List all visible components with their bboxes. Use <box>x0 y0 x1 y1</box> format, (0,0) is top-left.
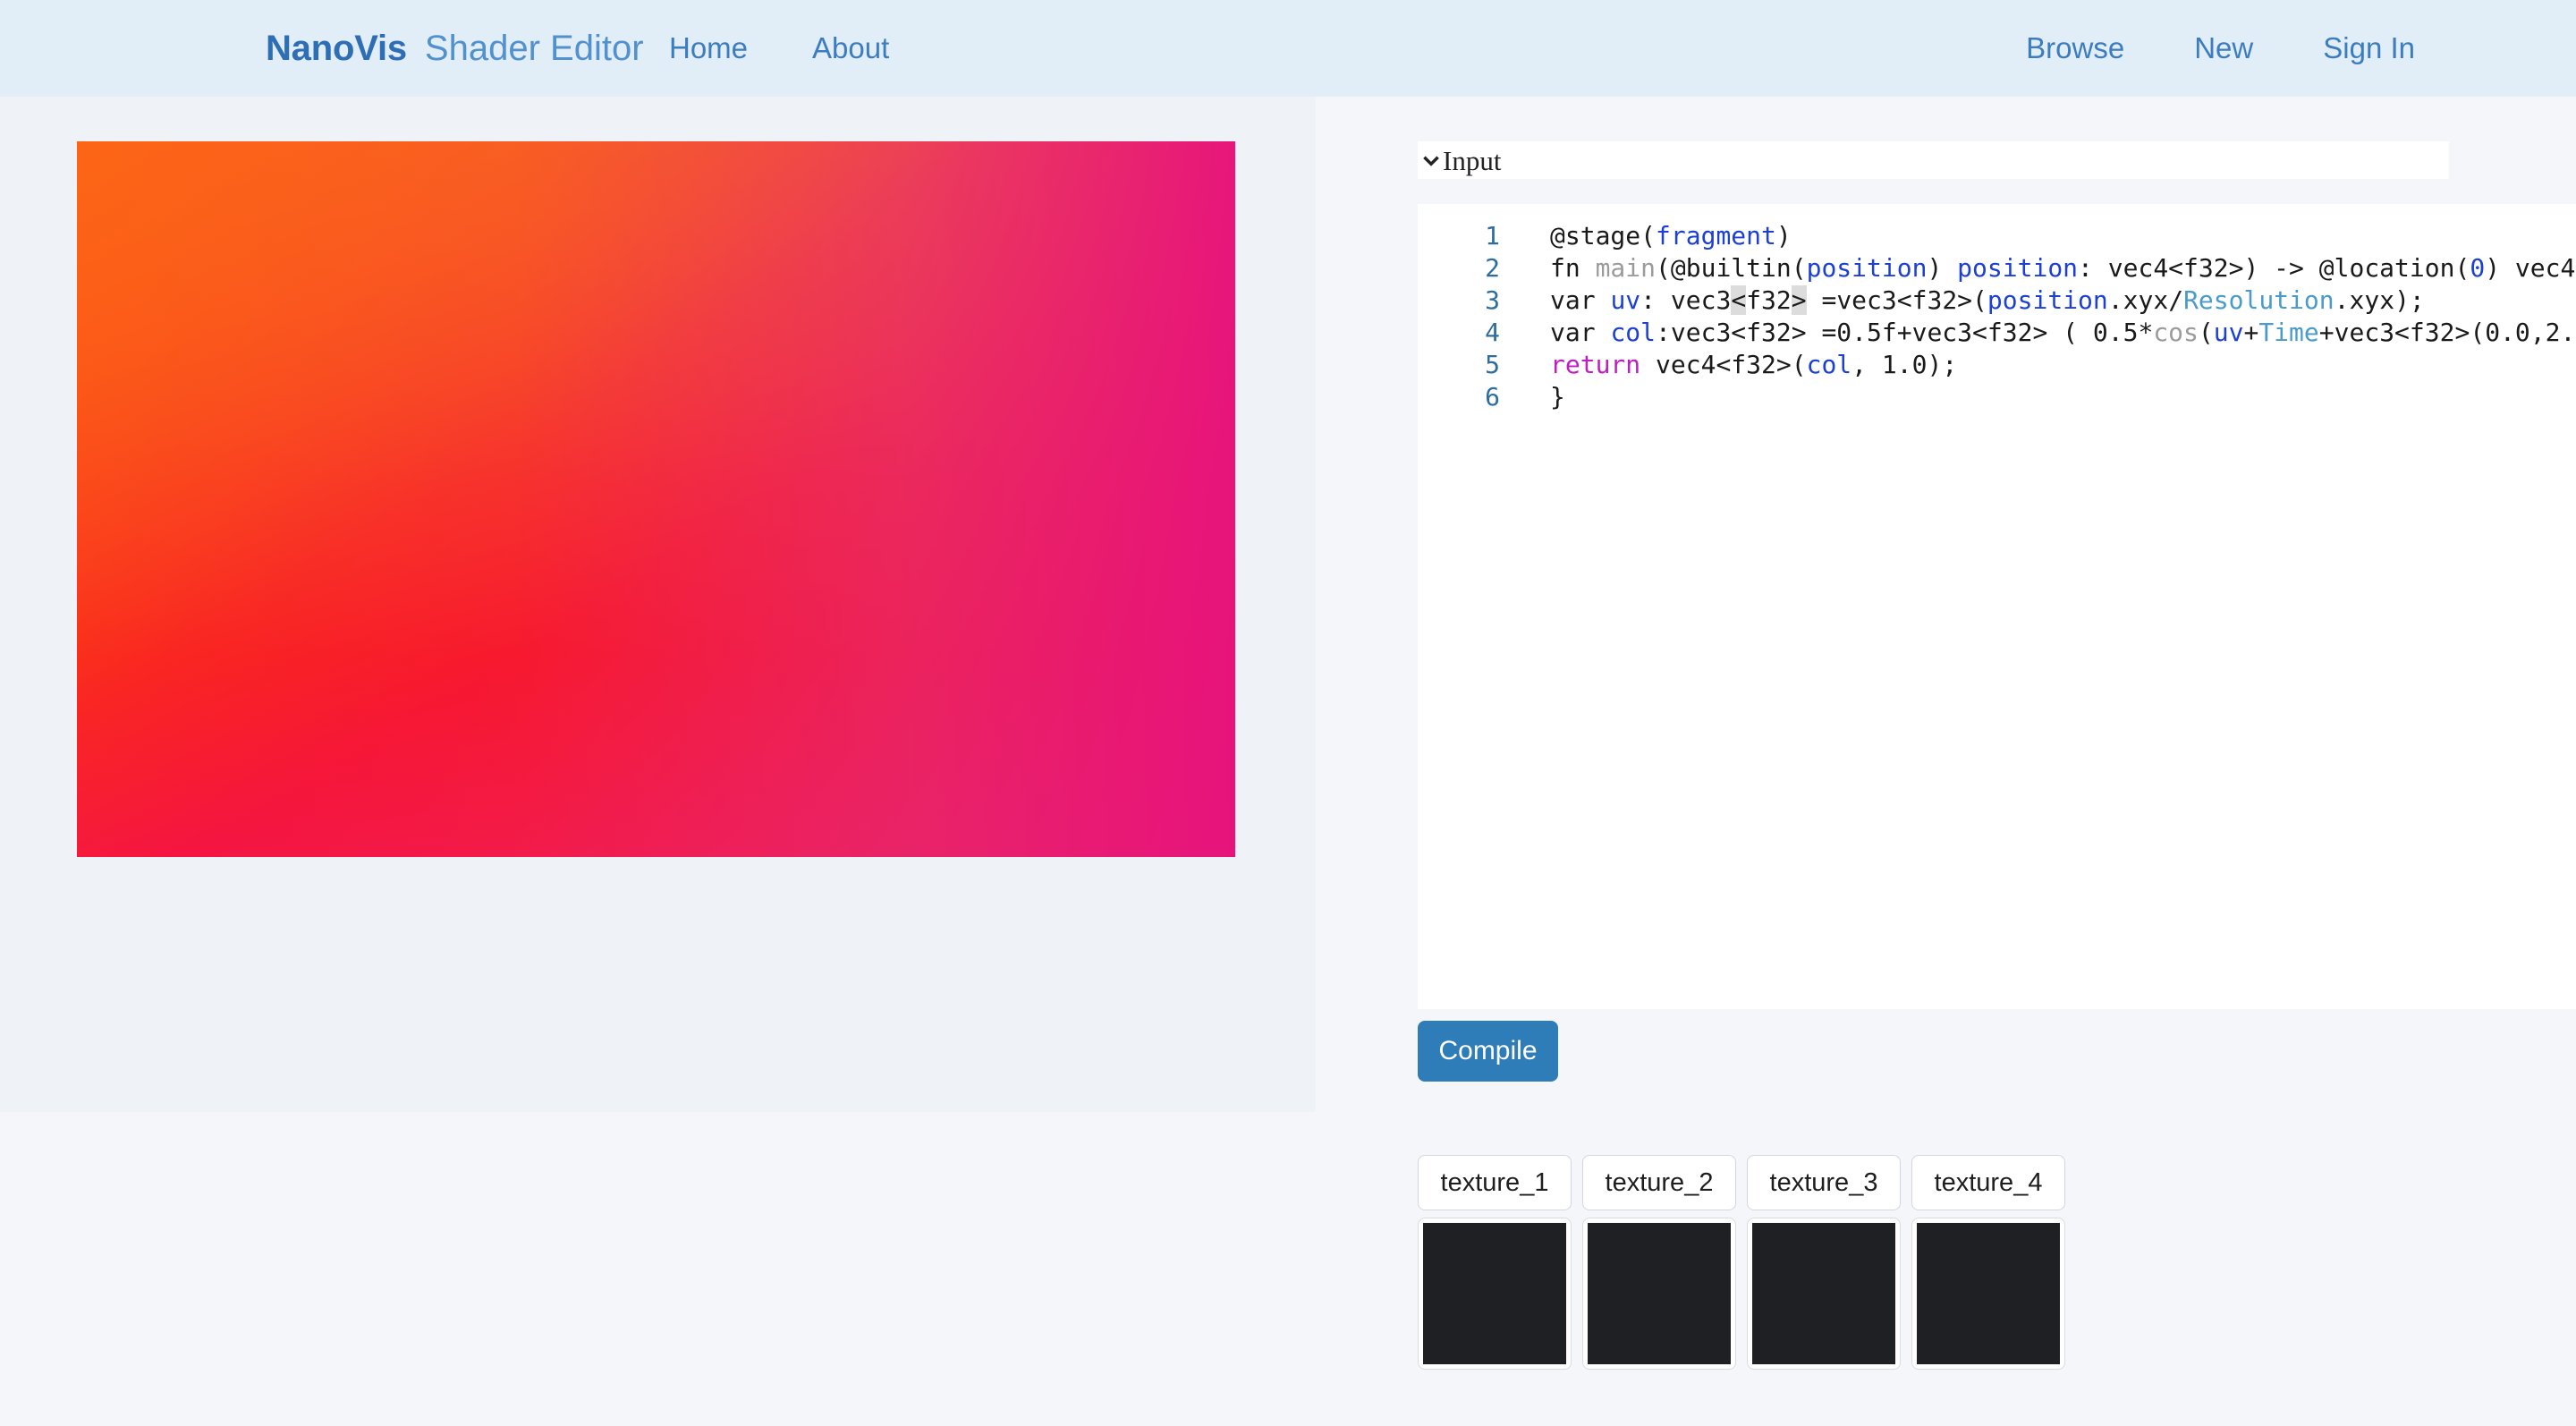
brand-name: NanoVis <box>266 28 407 68</box>
code-line[interactable]: 2 fn main(@builtin(position) position: v… <box>1418 253 2576 285</box>
texture-tab-4[interactable]: texture_4 <box>1911 1155 2065 1210</box>
texture-tab-2[interactable]: texture_2 <box>1582 1155 1736 1210</box>
code-line-text: } <box>1550 382 1565 412</box>
code-line[interactable]: 3 var uv: vec3<f32> =vec3<f32>(position.… <box>1418 285 2576 318</box>
code-line[interactable]: 5 return vec4<f32>(col, 1.0); <box>1418 350 2576 382</box>
line-number: 3 <box>1485 285 1500 315</box>
line-number: 2 <box>1485 253 1500 283</box>
top-navbar: NanoVis Shader Editor Home About Browse … <box>0 0 2576 97</box>
texture-thumbnail-4[interactable] <box>1911 1218 2065 1370</box>
shader-preview-canvas[interactable] <box>77 141 1235 857</box>
texture-tab-1[interactable]: texture_1 <box>1418 1155 1572 1210</box>
brand-subtitle: Shader Editor <box>424 28 644 68</box>
texture-thumbnail-image <box>1588 1223 1731 1364</box>
compile-button[interactable]: Compile <box>1418 1021 1558 1082</box>
nav-link-sign-in[interactable]: Sign In <box>2323 31 2415 65</box>
texture-thumbnail-2[interactable] <box>1582 1218 1736 1370</box>
brand-logo[interactable]: NanoVis Shader Editor <box>266 0 644 97</box>
code-line[interactable]: 1 @stage(fragment) <box>1418 221 2576 253</box>
line-number: 1 <box>1485 221 1500 250</box>
chevron-down-icon <box>1423 156 1439 166</box>
nav-link-browse[interactable]: Browse <box>2026 31 2124 65</box>
nav-secondary-links: Browse New Sign In <box>2026 0 2415 97</box>
texture-thumbnail-image <box>1917 1223 2060 1364</box>
code-line-text: var uv: vec3<f32> =vec3<f32>(position.xy… <box>1550 285 2425 315</box>
texture-tab-3[interactable]: texture_3 <box>1747 1155 1901 1210</box>
texture-slots: texture_1 texture_2 texture_3 texture_4 <box>1418 1155 2065 1370</box>
line-number: 4 <box>1485 318 1500 347</box>
nav-link-home[interactable]: Home <box>669 31 748 65</box>
code-editor[interactable]: 1 @stage(fragment) 2 fn main(@builtin(po… <box>1418 204 2576 1009</box>
nav-link-new[interactable]: New <box>2194 31 2253 65</box>
texture-thumbnail-image <box>1423 1223 1566 1364</box>
nav-primary-links: Home About <box>669 0 889 97</box>
code-line[interactable]: 4 var col:vec3<f32> =0.5f+vec3<f32> ( 0.… <box>1418 318 2576 350</box>
texture-thumbnail-3[interactable] <box>1747 1218 1901 1370</box>
input-section-label: Input <box>1443 144 1502 176</box>
texture-slot: texture_1 <box>1418 1155 1572 1370</box>
code-line-text: return vec4<f32>(col, 1.0); <box>1550 350 1958 379</box>
nav-link-about[interactable]: About <box>812 31 889 65</box>
code-line-text: fn main(@builtin(position) position: vec… <box>1550 253 2576 283</box>
texture-slot: texture_2 <box>1582 1155 1736 1370</box>
texture-thumbnail-1[interactable] <box>1418 1218 1572 1370</box>
line-number: 5 <box>1485 350 1500 379</box>
texture-slot: texture_4 <box>1911 1155 2065 1370</box>
code-lines: 1 @stage(fragment) 2 fn main(@builtin(po… <box>1418 204 2576 414</box>
input-section-toggle[interactable]: Input <box>1418 141 2449 179</box>
code-line-text: @stage(fragment) <box>1550 221 1792 250</box>
line-number: 6 <box>1485 382 1500 412</box>
code-line[interactable]: 6 } <box>1418 382 2576 414</box>
texture-slot: texture_3 <box>1747 1155 1901 1370</box>
code-line-text: var col:vec3<f32> =0.5f+vec3<f32> ( 0.5*… <box>1550 318 2576 347</box>
texture-thumbnail-image <box>1752 1223 1895 1364</box>
